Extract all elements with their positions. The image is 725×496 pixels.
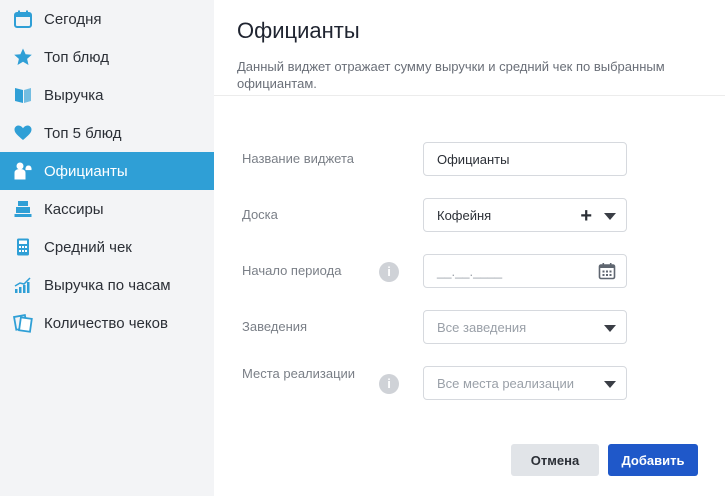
calendar-picker-icon[interactable]: [598, 262, 616, 283]
widget-type-sidebar: Сегодня Топ блюд Выручка Топ 5 блюд Офиц…: [0, 0, 214, 496]
widget-settings-dialog: Сегодня Топ блюд Выручка Топ 5 блюд Офиц…: [0, 0, 725, 496]
form-row-venues: Заведения Все заведения: [242, 310, 702, 366]
cancel-button[interactable]: Отмена: [511, 444, 599, 476]
venues-label: Заведения: [242, 319, 308, 334]
period-start-placeholder: __.__.____: [437, 263, 503, 279]
chevron-down-icon[interactable]: [604, 212, 616, 220]
venues-placeholder: Все заведения: [437, 319, 527, 335]
period-start-label: Начало периода: [242, 263, 342, 278]
sale-points-placeholder: Все места реализации: [437, 375, 575, 391]
panel-header: Официанты Данный виджет отражает сумму в…: [214, 0, 725, 96]
venues-select[interactable]: Все заведения: [423, 310, 627, 344]
waiter-icon: [12, 160, 34, 182]
form-row-period-start: Начало периода i __.__.____: [242, 254, 702, 310]
sidebar-item-waiters[interactable]: Официанты: [0, 152, 214, 190]
chevron-down-icon[interactable]: [604, 324, 616, 332]
info-icon[interactable]: i: [379, 374, 399, 394]
form-row-widget-name: Название виджета Официанты: [242, 142, 702, 198]
sale-points-controls: [604, 367, 616, 401]
venues-controls: [604, 311, 616, 345]
sidebar-item-top5-dishes[interactable]: Топ 5 блюд: [0, 114, 214, 152]
sidebar-item-label: Средний чек: [44, 238, 132, 256]
sidebar-item-label: Официанты: [44, 162, 128, 180]
calendar-icon: [12, 8, 34, 30]
sidebar-item-revenue[interactable]: Выручка: [0, 76, 214, 114]
chart-icon: [12, 274, 34, 296]
dialog-buttons: Отмена Добавить: [511, 444, 698, 476]
sidebar-item-label: Выручка по часам: [44, 276, 171, 294]
sale-points-select[interactable]: Все места реализации: [423, 366, 627, 400]
star-icon: [12, 46, 34, 68]
form-row-sale-points: Места реализации i Все места реализации: [242, 366, 702, 422]
widget-form: Название виджета Официанты Доска Кофейня…: [242, 142, 702, 422]
page-description: Данный виджет отражает сумму выручки и с…: [237, 59, 665, 91]
sidebar-item-label: Сегодня: [44, 10, 102, 28]
sidebar-item-hourly-revenue[interactable]: Выручка по часам: [0, 266, 214, 304]
sidebar-item-average-check[interactable]: Средний чек: [0, 228, 214, 266]
sidebar-item-label: Кассиры: [44, 200, 104, 218]
board-select[interactable]: Кофейня +: [423, 198, 627, 232]
widget-settings-panel: Официанты Данный виджет отражает сумму в…: [214, 0, 725, 496]
sidebar-item-cashiers[interactable]: Кассиры: [0, 190, 214, 228]
sidebar-item-label: Топ 5 блюд: [44, 124, 122, 142]
plus-icon[interactable]: +: [580, 206, 592, 226]
board-controls: +: [580, 199, 616, 233]
info-icon[interactable]: i: [379, 262, 399, 282]
calculator-icon: [12, 236, 34, 258]
chevron-down-icon[interactable]: [604, 380, 616, 388]
widget-name-label: Название виджета: [242, 151, 354, 166]
period-start-controls: [598, 255, 616, 289]
board-value: Кофейня: [437, 207, 492, 223]
cash-register-icon: [12, 198, 34, 220]
sidebar-item-top-dishes[interactable]: Топ блюд: [0, 38, 214, 76]
sidebar-item-today[interactable]: Сегодня: [0, 0, 214, 38]
receipts-icon: [12, 312, 34, 334]
page-title: Официанты: [237, 18, 360, 43]
widget-name-value: Официанты: [437, 151, 510, 167]
board-label: Доска: [242, 207, 278, 222]
widget-name-input[interactable]: Официанты: [423, 142, 627, 176]
sale-points-label: Места реализации: [242, 366, 356, 381]
heart-icon: [12, 122, 34, 144]
sidebar-item-label: Количество чеков: [44, 314, 168, 332]
add-button[interactable]: Добавить: [608, 444, 698, 476]
sidebar-item-label: Выручка: [44, 86, 104, 104]
form-row-board: Доска Кофейня +: [242, 198, 702, 254]
period-start-date-input[interactable]: __.__.____: [423, 254, 627, 288]
sidebar-item-label: Топ блюд: [44, 48, 109, 66]
book-icon: [12, 84, 34, 106]
sidebar-item-check-count[interactable]: Количество чеков: [0, 304, 214, 342]
